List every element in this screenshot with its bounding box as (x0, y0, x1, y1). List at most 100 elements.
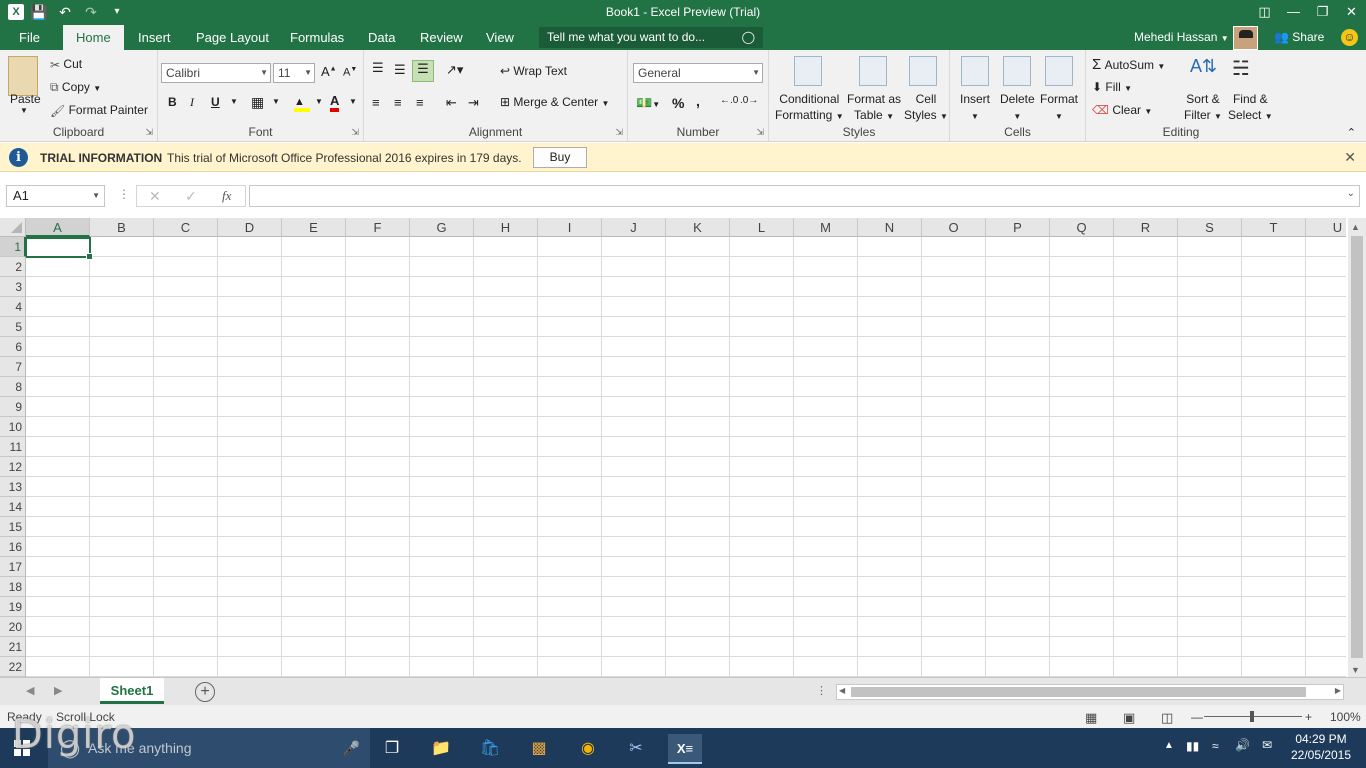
user-account[interactable]: Mehedi Hassan ▼ (1134, 30, 1229, 44)
row-header[interactable]: 7 (0, 357, 26, 377)
row-header[interactable]: 15 (0, 517, 26, 537)
scroll-up-icon[interactable]: ▲ (1351, 222, 1360, 232)
align-middle-icon[interactable]: ☰ (394, 62, 406, 78)
font-color-icon[interactable]: A (330, 94, 340, 112)
column-header[interactable]: G (410, 218, 474, 237)
insert-function-button[interactable]: fx (222, 188, 231, 204)
buy-button[interactable]: Buy (533, 147, 587, 168)
column-header[interactable]: T (1242, 218, 1306, 237)
worksheet-grid[interactable]: A B C D E F G H I J K L M N O P Q R S T U 1 2 3 4 5 6 7 8 9 10 11 12 13 14… (0, 218, 1346, 677)
wifi-icon[interactable]: ≈ (1212, 739, 1219, 753)
zoom-slider-knob[interactable] (1250, 711, 1254, 722)
row-header[interactable]: 11 (0, 437, 26, 457)
select-all-button[interactable] (0, 218, 26, 237)
column-header[interactable]: A (26, 218, 90, 237)
row-header[interactable]: 4 (0, 297, 26, 317)
align-center-icon[interactable]: ≡ (394, 95, 402, 110)
column-header[interactable]: D (218, 218, 282, 237)
accounting-format-icon[interactable]: 💵▼ (636, 95, 660, 111)
sheet-tab[interactable]: Sheet1 (100, 678, 164, 704)
merge-center-button[interactable]: ⊞ Merge & Center ▼ (500, 95, 609, 109)
decrease-indent-icon[interactable]: ⇤ (446, 95, 457, 111)
align-top-icon[interactable]: ☰ (372, 60, 384, 76)
column-header[interactable]: O (922, 218, 986, 237)
row-header[interactable]: 14 (0, 497, 26, 517)
row-header[interactable]: 8 (0, 377, 26, 397)
restore-icon[interactable]: ❐ (1308, 0, 1337, 25)
delete-cells-button[interactable]: Delete ▼ (1000, 91, 1035, 125)
align-right-icon[interactable]: ≡ (416, 95, 424, 110)
volume-icon[interactable]: 🔊 (1235, 738, 1250, 752)
cut-button[interactable]: ✂ Cut (50, 57, 82, 72)
store-icon[interactable]: 🛍 (473, 734, 507, 764)
format-painter-button[interactable]: 🖌 Format Painter (50, 103, 148, 118)
close-icon[interactable]: ✕ (1337, 0, 1366, 25)
find-select-button[interactable]: Find & Select ▼ (1228, 91, 1273, 125)
increase-font-icon[interactable]: A▲ (321, 64, 337, 79)
column-header[interactable]: F (346, 218, 410, 237)
percent-button[interactable]: % (672, 95, 684, 111)
microphone-icon[interactable]: 🎤 (343, 728, 360, 768)
row-header[interactable]: 18 (0, 577, 26, 597)
tab-review[interactable]: Review (410, 25, 473, 50)
row-header[interactable]: 3 (0, 277, 26, 297)
action-center-icon[interactable]: ✉ (1262, 738, 1272, 752)
alignment-launcher-icon[interactable]: ⇲ (615, 127, 623, 138)
prev-sheet-icon[interactable]: ◀ (26, 684, 34, 697)
snipping-tool-icon[interactable]: ✂ (619, 734, 653, 764)
column-header[interactable]: M (794, 218, 858, 237)
column-header[interactable]: I (538, 218, 602, 237)
feedback-smiley-icon[interactable]: ☺ (1341, 29, 1358, 46)
bold-button[interactable]: B (168, 95, 177, 109)
italic-button[interactable]: I (190, 95, 194, 110)
page-layout-view-icon[interactable]: ▣ (1123, 710, 1135, 726)
taskbar-clock[interactable]: 04:29 PM 22/05/2015 (1290, 731, 1352, 763)
collapse-ribbon-icon[interactable]: ⌃ (1347, 126, 1356, 139)
tab-page-layout[interactable]: Page Layout (186, 25, 279, 50)
tab-data[interactable]: Data (358, 25, 405, 50)
fill-color-icon[interactable]: ▲ (294, 94, 310, 112)
normal-view-icon[interactable]: ▦ (1085, 710, 1097, 726)
horizontal-scroll-thumb[interactable] (851, 687, 1306, 697)
increase-decimal-icon[interactable]: ←.0 (720, 95, 738, 106)
vertical-scrollbar[interactable]: ▲ ▼ (1348, 218, 1366, 677)
cell-styles-button[interactable]: Cell Styles ▼ (904, 91, 948, 125)
column-header[interactable]: K (666, 218, 730, 237)
row-header[interactable]: 12 (0, 457, 26, 477)
row-header[interactable]: 2 (0, 257, 26, 277)
row-header[interactable]: 16 (0, 537, 26, 557)
borders-dropdown-icon[interactable]: ▼ (272, 97, 280, 106)
row-header[interactable]: 9 (0, 397, 26, 417)
conditional-formatting-button[interactable]: Conditional Formatting ▼ (775, 91, 844, 125)
zoom-in-icon[interactable]: + (1305, 710, 1312, 724)
font-color-dropdown-icon[interactable]: ▼ (349, 97, 357, 106)
number-format-select[interactable]: General ▼ (633, 63, 763, 83)
format-cells-button[interactable]: Format ▼ (1040, 91, 1078, 125)
share-button[interactable]: 👥 Share (1274, 30, 1324, 44)
sort-filter-button[interactable]: Sort & Filter ▼ (1184, 91, 1222, 125)
minimize-icon[interactable]: — (1279, 0, 1308, 25)
column-header[interactable]: Q (1050, 218, 1114, 237)
close-icon[interactable]: ✕ (1344, 149, 1356, 166)
column-header[interactable]: L (730, 218, 794, 237)
column-header[interactable]: S (1178, 218, 1242, 237)
column-header[interactable]: H (474, 218, 538, 237)
page-break-view-icon[interactable]: ◫ (1161, 710, 1173, 726)
horizontal-scrollbar[interactable]: ◀ ▶ (836, 684, 1344, 700)
tab-home[interactable]: Home (63, 25, 124, 50)
chevron-down-icon[interactable]: ⌄ (1347, 188, 1355, 199)
tab-insert[interactable]: Insert (128, 25, 181, 50)
autosum-button[interactable]: Σ AutoSum ▼ (1092, 56, 1165, 73)
show-hidden-icons[interactable]: ▲ (1164, 740, 1174, 751)
scroll-down-icon[interactable]: ▼ (1351, 665, 1360, 675)
row-header[interactable]: 1 (0, 237, 26, 257)
font-launcher-icon[interactable]: ⇲ (351, 127, 359, 138)
column-header[interactable]: B (90, 218, 154, 237)
insert-cells-button[interactable]: Insert ▼ (960, 91, 990, 125)
task-view-icon[interactable]: ❐ (375, 734, 409, 764)
column-header[interactable]: C (154, 218, 218, 237)
file-explorer-icon[interactable]: 📁 (424, 734, 458, 764)
row-header[interactable]: 5 (0, 317, 26, 337)
more-icon[interactable]: ⋮ (118, 187, 130, 201)
row-header[interactable]: 21 (0, 637, 26, 657)
